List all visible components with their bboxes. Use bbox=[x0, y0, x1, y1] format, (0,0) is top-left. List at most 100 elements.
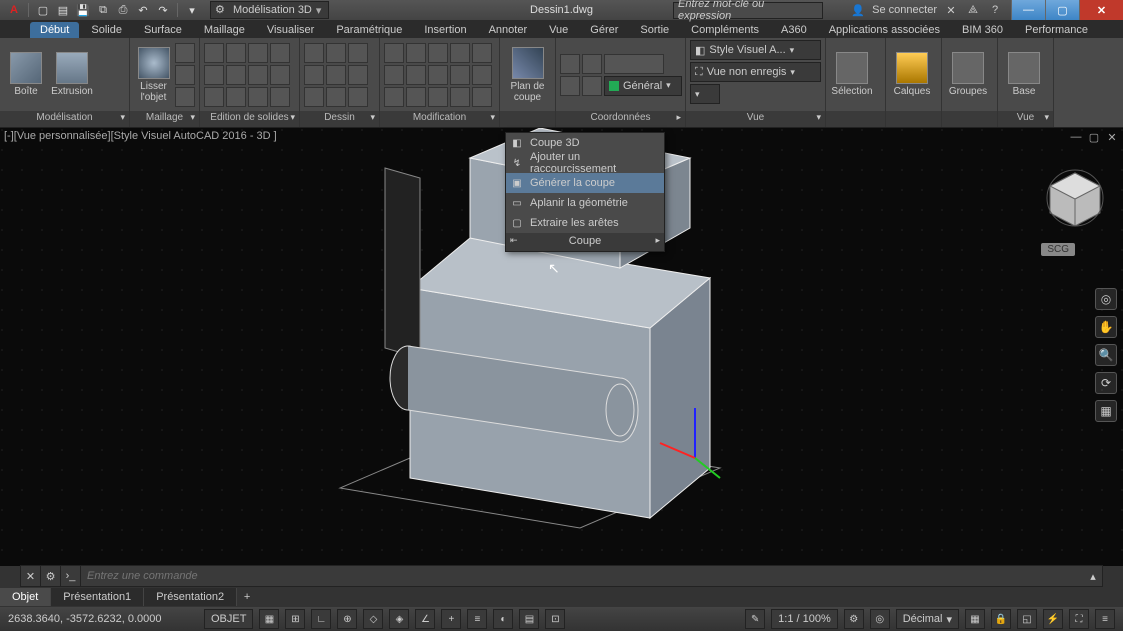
draw-btn[interactable] bbox=[326, 87, 346, 107]
open-icon[interactable]: ▤ bbox=[55, 2, 71, 18]
box-button[interactable]: Boîte bbox=[4, 41, 48, 109]
panel-title[interactable]: Coordonnées▸ bbox=[556, 111, 685, 127]
panel-title[interactable]: Vue▾ bbox=[686, 111, 825, 127]
selection-button[interactable]: Sélection bbox=[830, 41, 874, 109]
panel-title[interactable]: Modélisation▾ bbox=[0, 111, 129, 127]
panel-title[interactable]: Dessin▾ bbox=[300, 111, 379, 127]
isolate-icon[interactable]: ◱ bbox=[1017, 609, 1037, 629]
wcs-badge[interactable]: SCG bbox=[1041, 243, 1075, 256]
ucs-btn[interactable] bbox=[560, 76, 580, 96]
tab-apps[interactable]: Applications associées bbox=[819, 22, 950, 38]
tpy-toggle[interactable]: ◐ bbox=[493, 609, 513, 629]
3dosnap-toggle[interactable]: ◈ bbox=[389, 609, 409, 629]
add-layout-button[interactable]: + bbox=[237, 591, 257, 603]
menu-extract-edges[interactable]: ▢Extraire les arêtes bbox=[506, 213, 664, 233]
polar-toggle[interactable]: ⊕ bbox=[337, 609, 357, 629]
tab-maillage[interactable]: Maillage bbox=[194, 22, 255, 38]
dyn-toggle[interactable]: + bbox=[441, 609, 461, 629]
tab-a360[interactable]: A360 bbox=[771, 22, 817, 38]
maximize-button[interactable]: ▢ bbox=[1045, 0, 1079, 20]
visual-style-combo[interactable]: ◧ Style Visuel A...▾ bbox=[690, 40, 821, 60]
tab-debut[interactable]: Début bbox=[30, 22, 79, 38]
solid-btn[interactable] bbox=[204, 43, 224, 63]
draw-btn[interactable] bbox=[326, 65, 346, 85]
solid-btn[interactable] bbox=[270, 65, 290, 85]
app-menu-icon[interactable]: A bbox=[6, 2, 22, 18]
solid-btn[interactable] bbox=[204, 87, 224, 107]
layout-tab-model[interactable]: Objet bbox=[0, 588, 51, 606]
steering-wheel-icon[interactable]: ◎ bbox=[1095, 288, 1117, 310]
coordinates[interactable]: 2638.3640, -3572.6232, 0.0000 bbox=[8, 613, 198, 625]
signin-icon[interactable]: 👤 bbox=[850, 2, 866, 18]
sc-toggle[interactable]: ⊡ bbox=[545, 609, 565, 629]
tab-visualiser[interactable]: Visualiser bbox=[257, 22, 325, 38]
zoom-icon[interactable]: 🔍 bbox=[1095, 344, 1117, 366]
tab-vue[interactable]: Vue bbox=[539, 22, 578, 38]
clean-screen-icon[interactable]: ⛶ bbox=[1069, 609, 1089, 629]
solid-btn[interactable] bbox=[226, 65, 246, 85]
section-plane-button[interactable]: Plan de coupe bbox=[504, 41, 551, 109]
ucs-btn[interactable] bbox=[604, 54, 664, 74]
otrack-toggle[interactable]: ∠ bbox=[415, 609, 435, 629]
annotation-icon[interactable]: ◎ bbox=[870, 609, 890, 629]
undo-icon[interactable]: ↶ bbox=[135, 2, 151, 18]
solid-btn[interactable] bbox=[248, 65, 268, 85]
annotation-scale-icon[interactable]: ✎ bbox=[745, 609, 765, 629]
workspace-icon[interactable]: ⚙ bbox=[844, 609, 864, 629]
minimize-button[interactable]: — bbox=[1011, 0, 1045, 20]
mesh-btn-1[interactable] bbox=[175, 43, 195, 63]
mod-btn[interactable] bbox=[450, 43, 470, 63]
tab-performance[interactable]: Performance bbox=[1015, 22, 1098, 38]
mod-btn[interactable] bbox=[472, 65, 492, 85]
base-button[interactable]: Base bbox=[1002, 41, 1046, 109]
mod-btn[interactable] bbox=[406, 87, 426, 107]
mod-btn[interactable] bbox=[428, 87, 448, 107]
cmd-close-icon[interactable]: ✕ bbox=[21, 566, 41, 586]
solid-btn[interactable] bbox=[248, 87, 268, 107]
close-button[interactable]: ✕ bbox=[1079, 0, 1123, 20]
tab-parametrique[interactable]: Paramétrique bbox=[326, 22, 412, 38]
redo-icon[interactable]: ↷ bbox=[155, 2, 171, 18]
snap-toggle[interactable]: ⊞ bbox=[285, 609, 305, 629]
mod-btn[interactable] bbox=[450, 65, 470, 85]
menu-coupe-3d[interactable]: ◧Coupe 3D bbox=[506, 133, 664, 153]
tab-annoter[interactable]: Annoter bbox=[479, 22, 538, 38]
solid-btn[interactable] bbox=[204, 65, 224, 85]
solid-btn[interactable] bbox=[248, 43, 268, 63]
tab-gerer[interactable]: Gérer bbox=[580, 22, 628, 38]
workspace-selector[interactable]: ⚙ Modélisation 3D ▾ bbox=[210, 1, 329, 19]
viewcube[interactable] bbox=[1045, 168, 1105, 228]
draw-btn[interactable] bbox=[304, 43, 324, 63]
layout-tab-1[interactable]: Présentation1 bbox=[51, 588, 144, 606]
mod-btn[interactable] bbox=[428, 43, 448, 63]
tab-sortie[interactable]: Sortie bbox=[630, 22, 679, 38]
cmd-options-icon[interactable]: ⚙ bbox=[41, 566, 61, 586]
save-icon[interactable]: 💾 bbox=[75, 2, 91, 18]
menu-generate-section[interactable]: ▣Générer la coupe bbox=[506, 173, 664, 193]
new-icon[interactable]: ▢ bbox=[35, 2, 51, 18]
draw-btn[interactable] bbox=[326, 43, 346, 63]
saveas-icon[interactable]: ⧉ bbox=[95, 2, 111, 18]
help-icon[interactable]: ? bbox=[987, 2, 1003, 18]
tab-bim360[interactable]: BIM 360 bbox=[952, 22, 1013, 38]
more-icon[interactable]: ▾ bbox=[184, 2, 200, 18]
mod-btn[interactable] bbox=[406, 43, 426, 63]
orbit-icon[interactable]: ⟳ bbox=[1095, 372, 1117, 394]
ucs-btn[interactable] bbox=[560, 54, 580, 74]
qp-toggle[interactable]: ▤ bbox=[519, 609, 539, 629]
exchange-icon[interactable]: ✕ bbox=[943, 2, 959, 18]
draw-btn[interactable] bbox=[348, 43, 368, 63]
mesh-btn-3[interactable] bbox=[175, 87, 195, 107]
osnap-toggle[interactable]: ◇ bbox=[363, 609, 383, 629]
mod-btn[interactable] bbox=[384, 65, 404, 85]
lock-ui-icon[interactable]: 🔒 bbox=[991, 609, 1011, 629]
tab-insertion[interactable]: Insertion bbox=[414, 22, 476, 38]
panel-title[interactable]: Modification▾ bbox=[380, 111, 499, 127]
ucs-btn[interactable] bbox=[582, 54, 602, 74]
mod-btn[interactable] bbox=[384, 87, 404, 107]
signin-label[interactable]: Se connecter bbox=[872, 4, 937, 16]
extrusion-button[interactable]: Extrusion bbox=[50, 41, 94, 109]
view-btn[interactable]: ▾ bbox=[690, 84, 720, 104]
solid-btn[interactable] bbox=[226, 43, 246, 63]
tab-complements[interactable]: Compléments bbox=[681, 22, 769, 38]
